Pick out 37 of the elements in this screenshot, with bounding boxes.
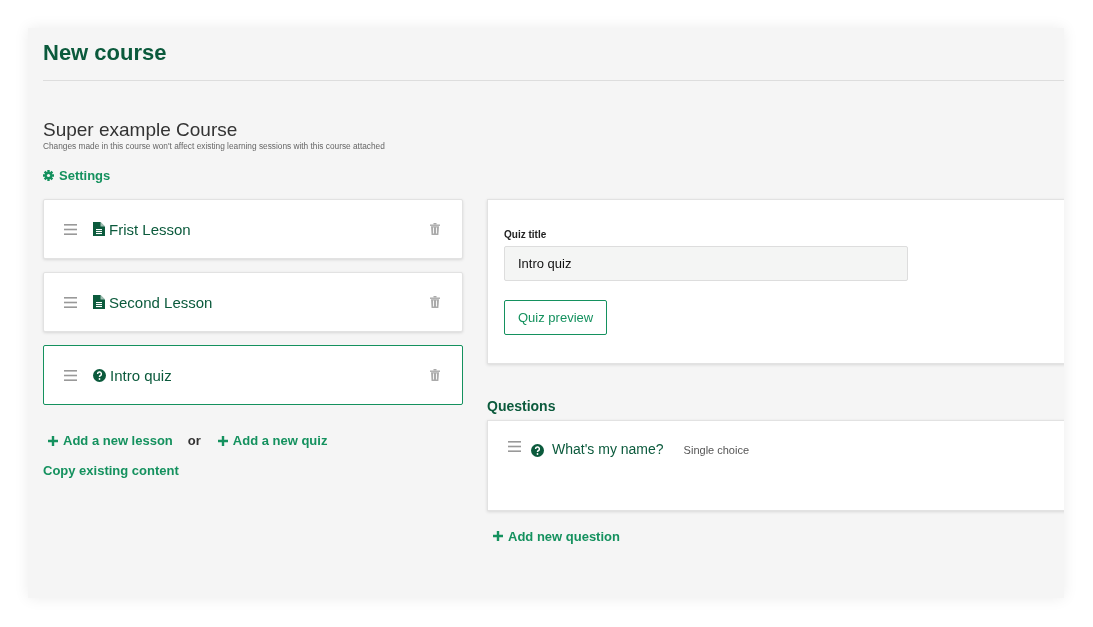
drag-handle-icon[interactable] xyxy=(508,441,521,452)
copy-content-link[interactable]: Copy existing content xyxy=(43,463,179,478)
section-heading: Questions xyxy=(487,398,557,416)
content-item[interactable]: Frist Lesson xyxy=(43,199,463,259)
content-item[interactable]: Intro quiz xyxy=(43,345,463,405)
document-icon xyxy=(93,295,105,309)
question-text: What's my name? xyxy=(552,441,664,457)
plus-icon xyxy=(217,435,228,446)
content-item[interactable]: Second Lesson xyxy=(43,272,463,332)
drag-handle-icon[interactable] xyxy=(64,369,77,381)
plus-icon xyxy=(493,531,503,541)
course-note: Changes made in this course won't affect existing learning sessions with this course attached xyxy=(43,141,386,151)
add-lesson-link[interactable]: Add a new lesson xyxy=(48,433,173,448)
question-circle-icon xyxy=(93,368,106,382)
plus-icon xyxy=(48,435,58,446)
content-title: Second Lesson xyxy=(109,293,214,311)
add-quiz-link[interactable]: Add a new quiz xyxy=(217,433,328,448)
document-icon xyxy=(93,222,105,236)
gear-icon xyxy=(43,170,54,181)
trash-icon[interactable] xyxy=(430,296,440,308)
content-title: Frist Lesson xyxy=(109,220,192,238)
settings-link[interactable]: Settings xyxy=(43,168,111,183)
question-card[interactable]: What's my name? Single choice xyxy=(487,420,1064,511)
page-title: New course xyxy=(43,39,168,67)
question-circle-icon xyxy=(531,444,544,457)
trash-icon[interactable] xyxy=(430,369,440,381)
add-question-link[interactable]: Add new question xyxy=(493,528,620,544)
field-label: Quiz title xyxy=(504,229,548,240)
question-type: Single choice xyxy=(683,444,750,456)
content-title: Intro quiz xyxy=(110,366,173,384)
trash-icon[interactable] xyxy=(430,223,440,235)
drag-handle-icon[interactable] xyxy=(64,296,77,308)
course-name: Super example Course xyxy=(43,119,239,141)
or-text: or xyxy=(187,433,201,448)
drag-handle-icon[interactable] xyxy=(64,223,77,235)
quiz-title-field[interactable]: Intro quiz xyxy=(504,246,908,281)
quiz-preview-button[interactable]: Quiz preview xyxy=(504,300,608,335)
